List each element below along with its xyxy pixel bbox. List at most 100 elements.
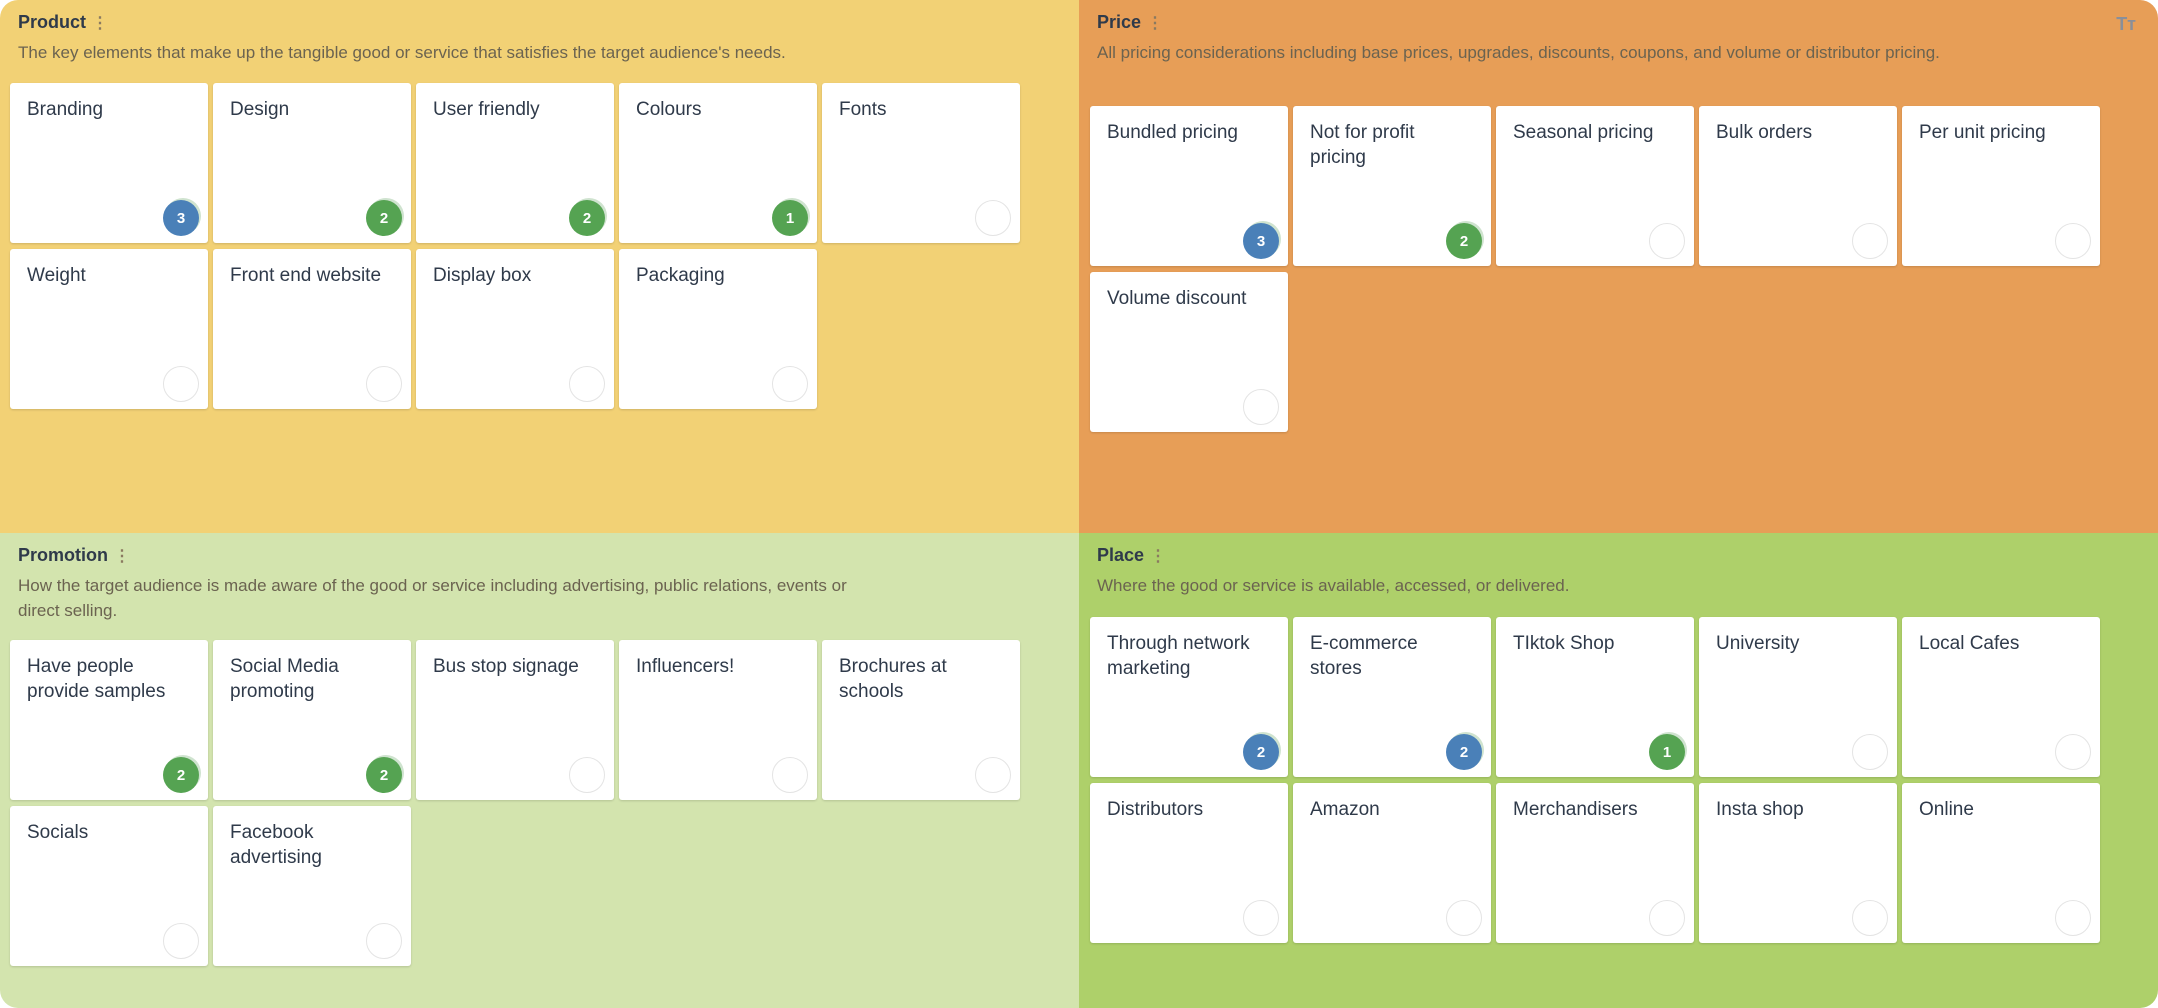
vote-button[interactable] bbox=[975, 200, 1011, 236]
card-label: Insta shop bbox=[1716, 799, 1804, 820]
vote-badge[interactable]: 2 bbox=[1446, 223, 1482, 259]
quadrant-product: Product ⋮ The key elements that make up t… bbox=[0, 0, 1079, 533]
vote-button[interactable] bbox=[1852, 734, 1888, 770]
vote-button[interactable] bbox=[1649, 223, 1685, 259]
card-label: Local Cafes bbox=[1919, 633, 2020, 654]
vote-button[interactable] bbox=[1243, 389, 1279, 425]
vote-button[interactable] bbox=[2055, 734, 2091, 770]
sticky-card[interactable]: Colours 1 bbox=[619, 83, 817, 243]
sticky-card[interactable]: Insta shop bbox=[1699, 783, 1897, 943]
sticky-card[interactable]: Bulk orders bbox=[1699, 106, 1897, 266]
sticky-card[interactable]: Branding 3 bbox=[10, 83, 208, 243]
sticky-card[interactable]: Front end website bbox=[213, 249, 411, 409]
card-label: Volume discount bbox=[1107, 288, 1247, 309]
card-label: Colours bbox=[636, 99, 702, 120]
sticky-card[interactable]: Weight bbox=[10, 249, 208, 409]
vote-button[interactable] bbox=[975, 757, 1011, 793]
price-title: Price ⋮ bbox=[1097, 12, 1163, 33]
vote-button[interactable] bbox=[569, 366, 605, 402]
vote-button[interactable] bbox=[772, 366, 808, 402]
sticky-card[interactable]: Fonts bbox=[822, 83, 1020, 243]
sticky-card[interactable]: Distributors bbox=[1090, 783, 1288, 943]
promotion-description: How the target audience is made aware of… bbox=[18, 576, 847, 620]
sticky-card[interactable]: User friendly 2 bbox=[416, 83, 614, 243]
sticky-card[interactable]: E-commerce stores 2 bbox=[1293, 617, 1491, 777]
card-label: Display box bbox=[433, 265, 532, 286]
card-label: Influencers! bbox=[636, 656, 735, 677]
sticky-card[interactable]: Volume discount bbox=[1090, 272, 1288, 432]
sticky-card[interactable]: Design 2 bbox=[213, 83, 411, 243]
text-size-icon[interactable]: Tт bbox=[2116, 14, 2136, 35]
vote-badge[interactable]: 1 bbox=[772, 200, 808, 236]
vote-button[interactable] bbox=[1446, 900, 1482, 936]
price-description: All pricing considerations including bas… bbox=[1097, 43, 1940, 62]
more-options-icon[interactable]: ⋮ bbox=[92, 13, 108, 33]
vote-button[interactable] bbox=[366, 923, 402, 959]
more-options-icon[interactable]: ⋮ bbox=[114, 546, 130, 566]
card-label: Branding bbox=[27, 99, 104, 120]
sticky-card[interactable]: Seasonal pricing bbox=[1496, 106, 1694, 266]
vote-badge[interactable]: 3 bbox=[163, 200, 199, 236]
vote-badge[interactable]: 2 bbox=[366, 757, 402, 793]
sticky-card[interactable]: Per unit pricing bbox=[1902, 106, 2100, 266]
quadrant-title-text: Product bbox=[18, 12, 87, 32]
quadrant-title-text: Price bbox=[1097, 12, 1142, 32]
vote-badge[interactable]: 2 bbox=[569, 200, 605, 236]
vote-button[interactable] bbox=[1243, 900, 1279, 936]
card-label: Packaging bbox=[636, 265, 725, 286]
sticky-card[interactable]: Brochures at schools bbox=[822, 640, 1020, 800]
more-options-icon[interactable]: ⋮ bbox=[1147, 13, 1163, 33]
card-label: Brochures at schools bbox=[839, 656, 947, 702]
quadrant-promotion: Promotion ⋮ How the target audience is ma… bbox=[0, 533, 1079, 1008]
vote-badge[interactable]: 2 bbox=[1243, 734, 1279, 770]
vote-button[interactable] bbox=[569, 757, 605, 793]
vote-badge[interactable]: 1 bbox=[1649, 734, 1685, 770]
sticky-card[interactable]: Social Media promoting 2 bbox=[213, 640, 411, 800]
quadrant-title-text: Place bbox=[1097, 545, 1145, 565]
vote-button[interactable] bbox=[163, 923, 199, 959]
sticky-card[interactable]: Online bbox=[1902, 783, 2100, 943]
vote-badge[interactable]: 2 bbox=[163, 757, 199, 793]
vote-badge[interactable]: 2 bbox=[366, 200, 402, 236]
vote-button[interactable] bbox=[1649, 900, 1685, 936]
product-cards: Branding 3 Design 2 User friendly 2 Colours 1 Fo… bbox=[10, 83, 1040, 409]
sticky-card[interactable]: Local Cafes bbox=[1902, 617, 2100, 777]
sticky-card[interactable]: Bundled pricing 3 bbox=[1090, 106, 1288, 266]
quadrant-price: Tт Price ⋮ All pricing considerations inc… bbox=[1079, 0, 2158, 533]
card-label: Weight bbox=[27, 265, 86, 286]
sticky-card[interactable]: University bbox=[1699, 617, 1897, 777]
vote-button[interactable] bbox=[1852, 223, 1888, 259]
sticky-card[interactable]: TIktok Shop 1 bbox=[1496, 617, 1694, 777]
sticky-card[interactable]: Influencers! bbox=[619, 640, 817, 800]
price-cards: Bundled pricing 3 Not for profit pricing 2 S… bbox=[1090, 106, 2120, 432]
sticky-card[interactable]: Amazon bbox=[1293, 783, 1491, 943]
place-title: Place ⋮ bbox=[1097, 545, 1166, 566]
sticky-card[interactable]: Packaging bbox=[619, 249, 817, 409]
card-label: Facebook advertising bbox=[230, 822, 322, 868]
vote-button[interactable] bbox=[772, 757, 808, 793]
card-label: Not for profit pricing bbox=[1310, 122, 1415, 168]
sticky-card[interactable]: Not for profit pricing 2 bbox=[1293, 106, 1491, 266]
sticky-card[interactable]: Display box bbox=[416, 249, 614, 409]
sticky-card[interactable]: Merchandisers bbox=[1496, 783, 1694, 943]
vote-button[interactable] bbox=[2055, 900, 2091, 936]
card-label: Have people provide samples bbox=[27, 656, 166, 702]
sticky-card[interactable]: Have people provide samples 2 bbox=[10, 640, 208, 800]
sticky-card[interactable]: Socials bbox=[10, 806, 208, 966]
vote-badge[interactable]: 3 bbox=[1243, 223, 1279, 259]
sticky-card[interactable]: Through network marketing 2 bbox=[1090, 617, 1288, 777]
card-label: Social Media promoting bbox=[230, 656, 339, 702]
sticky-card[interactable]: Facebook advertising bbox=[213, 806, 411, 966]
vote-button[interactable] bbox=[2055, 223, 2091, 259]
card-label: User friendly bbox=[433, 99, 540, 120]
card-label: Seasonal pricing bbox=[1513, 122, 1654, 143]
vote-button[interactable] bbox=[366, 366, 402, 402]
vote-badge[interactable]: 2 bbox=[1446, 734, 1482, 770]
vote-button[interactable] bbox=[163, 366, 199, 402]
sticky-card[interactable]: Bus stop signage bbox=[416, 640, 614, 800]
card-label: Amazon bbox=[1310, 799, 1380, 820]
more-options-icon[interactable]: ⋮ bbox=[1150, 546, 1166, 566]
vote-button[interactable] bbox=[1852, 900, 1888, 936]
quadrant-title-text: Promotion bbox=[18, 545, 108, 565]
card-label: Bulk orders bbox=[1716, 122, 1813, 143]
